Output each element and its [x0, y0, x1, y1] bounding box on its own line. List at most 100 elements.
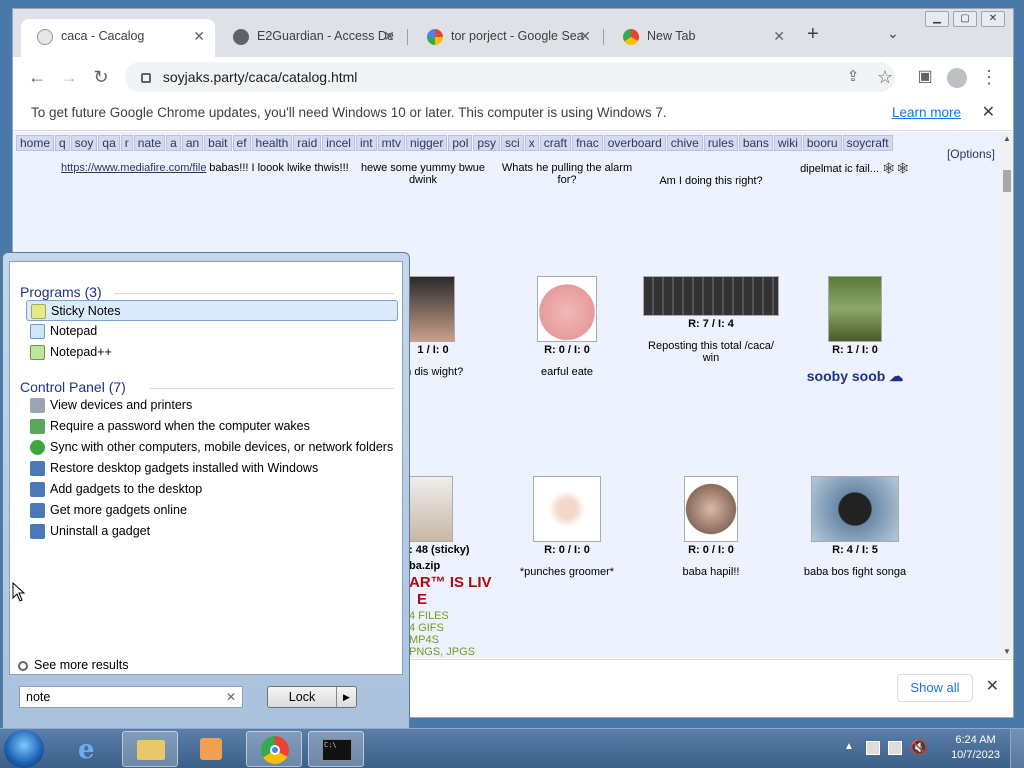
start-search-input[interactable]: note ✕ — [19, 686, 243, 708]
scroll-up-icon[interactable]: ▲ — [1003, 134, 1011, 143]
board-link[interactable]: home — [16, 135, 55, 151]
start-button[interactable] — [4, 730, 44, 768]
board-link[interactable]: raid — [293, 135, 322, 151]
board-link[interactable]: r — [120, 135, 133, 151]
result-more-gadgets[interactable]: Get more gadgets online — [26, 500, 187, 521]
board-link[interactable]: a — [166, 135, 181, 151]
thread-card[interactable]: R: 0 / I: 0 *punches groomer* — [497, 476, 637, 578]
tab-search-chevron-icon[interactable]: ⌄ — [887, 25, 899, 42]
board-link[interactable]: soycraft — [842, 135, 893, 151]
board-link[interactable]: x — [524, 135, 539, 151]
close-tab-icon[interactable]: ✕ — [579, 19, 591, 53]
thread-thumbnail[interactable] — [409, 476, 453, 542]
close-icon[interactable]: ✕ — [986, 676, 999, 696]
clock[interactable]: 6:24 AM 10/7/2023 — [951, 733, 1000, 763]
show-all-button[interactable]: Show all — [897, 674, 973, 702]
minimize-icon[interactable]: ▁ — [925, 11, 949, 27]
close-icon[interactable]: ✕ — [982, 97, 995, 129]
thread-thumbnail[interactable] — [684, 476, 738, 542]
thread-card[interactable]: R: 0 / I: 0 earful eate — [497, 276, 637, 378]
board-link[interactable]: sci — [501, 135, 524, 151]
thread-thumbnail[interactable] — [409, 276, 455, 342]
share-icon[interactable]: ⇪ — [839, 63, 867, 91]
result-sticky-notes[interactable]: Sticky Notes — [26, 300, 398, 321]
board-link[interactable]: qa — [98, 135, 120, 151]
new-tab-icon[interactable]: + — [807, 23, 819, 46]
learn-more-link[interactable]: Learn more — [892, 97, 961, 129]
board-link[interactable]: bait — [204, 135, 232, 151]
board-link[interactable]: mtv — [377, 135, 405, 151]
thread-card[interactable]: R: 0 / I: 0 baba hapil!! — [641, 476, 781, 578]
network-icon[interactable] — [888, 741, 902, 755]
board-link[interactable]: int — [355, 135, 377, 151]
board-link[interactable]: wiki — [773, 135, 802, 151]
tab-e2guardian[interactable]: E2Guardian - Access De ✕ — [217, 19, 405, 57]
tab-google-search[interactable]: tor porject - Google Sea ✕ — [411, 19, 601, 57]
command-prompt-icon[interactable]: C:\ — [308, 731, 364, 767]
close-window-icon[interactable]: ✕ — [981, 11, 1005, 27]
power-options-arrow-icon[interactable]: ▶ — [336, 687, 356, 707]
see-more-results-link[interactable]: See more results — [18, 658, 128, 672]
board-link[interactable]: rules — [703, 135, 738, 151]
thread-thumbnail[interactable] — [643, 276, 779, 316]
board-link[interactable]: health — [251, 135, 293, 151]
board-link[interactable]: fnac — [572, 135, 603, 151]
address-bar[interactable]: soyjaks.party/caca/catalog.html — [125, 62, 895, 92]
board-link[interactable]: psy — [473, 135, 501, 151]
result-devices-printers[interactable]: View devices and printers — [26, 395, 192, 416]
board-link[interactable]: overboard — [603, 135, 666, 151]
scroll-down-icon[interactable]: ▼ — [1003, 647, 1011, 656]
action-center-icon[interactable] — [866, 741, 880, 755]
result-require-password[interactable]: Require a password when the computer wak… — [26, 416, 310, 437]
reload-icon[interactable]: ↻ — [87, 63, 115, 91]
close-tab-icon[interactable]: ✕ — [383, 19, 395, 53]
media-player-icon[interactable] — [182, 731, 238, 767]
thread-card[interactable]: R: 7 / I: 4 Reposting this total /caca/ … — [641, 276, 781, 364]
tab-caca[interactable]: caca - Cacalog ✕ — [21, 19, 215, 57]
bookmark-star-icon[interactable]: ☆ — [871, 63, 899, 91]
lock-button[interactable]: Lock ▶ — [267, 686, 357, 708]
board-link[interactable]: an — [181, 135, 204, 151]
close-tab-icon[interactable]: ✕ — [193, 19, 205, 53]
menu-kebab-icon[interactable]: ⋮ — [975, 63, 1003, 91]
thread-thumbnail[interactable] — [828, 276, 882, 342]
maximize-icon[interactable]: ▢ — [953, 11, 977, 27]
show-desktop-button[interactable] — [1010, 729, 1024, 768]
thread-card[interactable]: R: 1 / I: 0 sooby soob ☁ — [785, 276, 925, 385]
back-icon[interactable]: ← — [23, 63, 51, 91]
board-link[interactable]: bans — [738, 135, 773, 151]
board-link[interactable]: ef — [232, 135, 251, 151]
page-scrollbar[interactable]: ▲ ▼ — [1001, 132, 1013, 658]
result-sync[interactable]: Sync with other computers, mobile device… — [26, 437, 393, 458]
board-link[interactable]: incel — [322, 135, 355, 151]
board-link[interactable]: craft — [539, 135, 572, 151]
clear-search-icon[interactable]: ✕ — [226, 687, 236, 707]
file-explorer-icon[interactable] — [122, 731, 178, 767]
result-notepad[interactable]: Notepad — [26, 321, 97, 342]
thread-thumbnail[interactable] — [533, 476, 601, 542]
thread-thumbnail[interactable] — [811, 476, 899, 542]
thread-snippet[interactable]: https://www.mediafire.com/file — [61, 162, 209, 174]
show-hidden-icons-icon[interactable]: ▲ — [844, 741, 854, 752]
result-restore-gadgets[interactable]: Restore desktop gadgets installed with W… — [26, 458, 318, 479]
result-notepad-plus-plus[interactable]: Notepad++ — [26, 342, 112, 363]
thread-card[interactable]: R: 4 / I: 5 baba bos fight songa — [785, 476, 925, 578]
internet-explorer-icon[interactable]: e — [62, 731, 118, 767]
board-link[interactable]: soy — [70, 135, 98, 151]
side-panel-icon[interactable]: ▣ — [911, 63, 939, 91]
board-link[interactable]: pol — [448, 135, 473, 151]
volume-icon[interactable]: 🔇 — [910, 739, 927, 756]
chrome-taskbar-icon[interactable] — [246, 731, 302, 767]
options-link[interactable]: [Options] — [947, 147, 995, 161]
close-tab-icon[interactable]: ✕ — [773, 19, 785, 53]
board-link[interactable]: chive — [666, 135, 703, 151]
board-link[interactable]: nate — [133, 135, 166, 151]
board-link[interactable]: nigger — [405, 135, 448, 151]
thread-card[interactable]: : 48 (sticky) ba.zip AR™ IS LIV E 4 FILE… — [409, 476, 509, 658]
thread-thumbnail[interactable] — [537, 276, 597, 342]
board-link[interactable]: q — [55, 135, 70, 151]
result-add-gadgets[interactable]: Add gadgets to the desktop — [26, 479, 202, 500]
tab-new-tab[interactable]: New Tab ✕ — [607, 19, 795, 57]
result-uninstall-gadget[interactable]: Uninstall a gadget — [26, 521, 150, 542]
board-link[interactable]: booru — [802, 135, 842, 151]
